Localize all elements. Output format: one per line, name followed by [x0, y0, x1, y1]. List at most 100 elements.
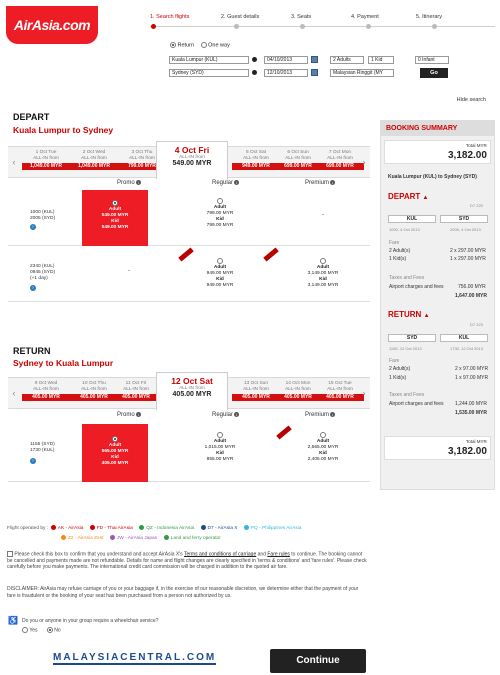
return-to-time: 1730, 12 Oct 2013	[450, 346, 483, 351]
taxes-label: Taxes and Fees	[389, 275, 425, 281]
depart-subtotal: 1,647.00 MYR	[455, 293, 487, 299]
terms-link[interactable]: Terms and conditions of carriage	[184, 551, 256, 557]
oneway-radio[interactable]	[200, 42, 207, 48]
info-icon[interactable]: i	[135, 180, 141, 185]
date-option[interactable]: 7 Oct Mon ALL-IN from 699.00 MYR	[316, 150, 364, 176]
info-icon[interactable]: i	[234, 180, 240, 185]
info-icon[interactable]: i	[135, 412, 141, 417]
regular-fare[interactable]: Adult 799.00 MYR Kid 799.00 MYR	[190, 198, 250, 229]
summary-depart: DEPART ▲	[388, 192, 429, 201]
info-icon[interactable]: i	[330, 180, 336, 185]
fare-radio[interactable]	[112, 436, 118, 442]
premium-fare[interactable]: Adult 2,565.00 MYR Kid 2,405.00 MYR	[290, 432, 356, 463]
return-title: RETURN	[13, 346, 51, 356]
date-option[interactable]: 14 Oct Mon ALL-IN from 405.00 MYR	[274, 381, 322, 407]
operator: FD - Thai AirAsia	[89, 525, 133, 531]
col-regular: Regular i	[212, 412, 240, 418]
depart-from-time: 1000, 4 Oct 2013	[389, 227, 420, 232]
depart-date-input[interactable]: 04/10/2013	[264, 56, 308, 64]
infants-select[interactable]: 0 Infant	[415, 56, 449, 64]
prev-dates-arrow-icon[interactable]: ‹	[10, 378, 18, 408]
arrow-right-icon	[252, 57, 257, 62]
date-option[interactable]: 2 Oct Wed ALL-IN from 1,049.00 MYR	[70, 150, 118, 176]
col-promo: Promo i	[117, 412, 141, 418]
regular-fare[interactable]: Adult 949.00 MYR Kid 949.00 MYR	[190, 258, 250, 289]
prev-dates-arrow-icon[interactable]: ‹	[10, 147, 18, 177]
wheelchair-options: Yes No	[22, 627, 61, 633]
watermark-brand: MALAYSIACENTRAL.COM	[53, 652, 217, 665]
flight-row	[8, 190, 370, 246]
total-amount: 3,182.00	[448, 150, 487, 161]
return-radio[interactable]	[170, 42, 176, 48]
depart-date-strip: ‹ 1 Oct Tue ALL-IN from 1,049.00 MYR 2 Oct…	[8, 141, 370, 179]
flight-times: 1155 (SYD) 1730 (KUL)	[30, 442, 55, 453]
hide-search-link[interactable]: Hide search	[457, 97, 486, 103]
flight-details-icon[interactable]: ›	[30, 285, 36, 291]
promo-fare-selected[interactable]: Adult 565.00 MYR Kid 405.00 MYR	[82, 424, 148, 482]
date-option[interactable]: 5 Oct Sat ALL-IN from 949.00 MYR	[232, 150, 280, 176]
wheelchair-yes-radio[interactable]	[22, 627, 28, 633]
col-regular: Regular i	[212, 180, 240, 186]
kids-select[interactable]: 1 Kid	[368, 56, 394, 64]
fare-rules-link[interactable]: Fare rules	[267, 551, 290, 557]
operator: D7 - AirAsia X	[200, 525, 237, 531]
destination-select[interactable]: Sydney (SYD)	[169, 69, 249, 77]
step-dot	[432, 24, 437, 29]
regular-fare[interactable]: Adult 1,015.00 MYR Kid 855.00 MYR	[190, 432, 250, 463]
return-adults: 2 Adult(s)	[389, 366, 411, 372]
return-from-time: 1155, 12 Oct 2013	[389, 346, 422, 351]
selected-date[interactable]: 4 Oct Fri ALL-IN from 549.00 MYR	[156, 141, 228, 179]
total-label: Total MYR	[466, 143, 487, 148]
total-label: Total MYR	[466, 439, 487, 444]
terms-checkbox[interactable]	[7, 551, 13, 557]
step-dot	[234, 24, 239, 29]
continue-button[interactable]: Continue	[270, 649, 366, 673]
info-icon[interactable]: i	[330, 412, 336, 417]
premium-fare[interactable]: Adult 3,149.00 MYR Kid 3,149.00 MYR	[290, 258, 356, 289]
wheelchair-no-radio[interactable]	[46, 627, 53, 633]
date-option[interactable]: 6 Oct Sun ALL-IN from 699.00 MYR	[274, 150, 322, 176]
adults-select[interactable]: 2 Adults	[330, 56, 364, 64]
selected-date[interactable]: 12 Oct Sat ALL-IN from 405.00 MYR	[156, 372, 228, 410]
origin-select[interactable]: Kuala Lumpur (KUL)	[169, 56, 249, 64]
date-option[interactable]: 13 Oct Sun ALL-IN from 405.00 MYR	[232, 381, 280, 407]
fare-radio[interactable]	[217, 258, 223, 264]
fare-radio[interactable]	[320, 432, 326, 438]
date-option[interactable]: 11 Oct Fri ALL-IN from 405.00 MYR	[112, 381, 160, 407]
date-option[interactable]: 9 Oct Wed ALL-IN from 405.00 MYR	[22, 381, 70, 407]
return-adults-price: 2 x 97.00 MYR	[455, 366, 489, 372]
col-promo: Promo i	[117, 180, 141, 186]
operator: AK - AirAsia	[50, 525, 83, 531]
return-subtotal: 1,535.00 MYR	[455, 410, 487, 416]
return-date-input[interactable]: 12/10/2013	[264, 69, 308, 77]
calendar-icon[interactable]	[311, 69, 318, 76]
return-date-strip: ‹ 9 Oct Wed ALL-IN from 405.00 MYR 10 Oct …	[8, 372, 370, 410]
return-tax-label: Airport charges and fees	[389, 401, 444, 407]
date-option[interactable]: 1 Oct Tue ALL-IN from 1,049.00 MYR	[22, 150, 70, 176]
next-dates-arrow-icon[interactable]: ›	[360, 378, 368, 408]
fare-radio[interactable]	[217, 198, 223, 204]
step-search-flights: 1. Search flights	[150, 14, 190, 20]
disclaimer: DISCLAIMER: AirAsia may refuse carriage …	[7, 586, 359, 599]
flight-details-icon[interactable]: ›	[30, 458, 36, 464]
go-button[interactable]: Go	[420, 68, 448, 78]
depart-route: Kuala Lumpur to Sydney	[13, 125, 114, 135]
calendar-icon[interactable]	[311, 56, 318, 63]
depart-kids-price: 1 x 297.00 MYR	[450, 256, 486, 262]
currency-select[interactable]: Malaysian Ringgit (MY	[330, 69, 394, 77]
airasia-logo[interactable]: AirAsia.com	[6, 6, 98, 44]
promo-fare-selected[interactable]: Adult 549.00 MYR Kid 549.00 MYR	[82, 190, 148, 246]
next-dates-arrow-icon[interactable]: ›	[360, 147, 368, 177]
fare-radio[interactable]	[217, 432, 223, 438]
date-option[interactable]: 10 Oct Thu ALL-IN from 405.00 MYR	[70, 381, 118, 407]
flight-details-icon[interactable]: ›	[30, 224, 36, 230]
fare-radio[interactable]	[320, 258, 326, 264]
booking-summary-title: BOOKING SUMMARY	[380, 120, 495, 136]
date-option[interactable]: 15 Oct Tue ALL-IN from 405.00 MYR	[316, 381, 364, 407]
col-premium: Premium i	[305, 180, 336, 186]
operator: QZ - Indonesia AirAsia	[139, 525, 194, 531]
arrow-right-icon	[252, 70, 257, 75]
oneway-label: One way	[208, 42, 230, 49]
fare-radio[interactable]	[112, 200, 118, 206]
info-icon[interactable]: i	[234, 412, 240, 417]
